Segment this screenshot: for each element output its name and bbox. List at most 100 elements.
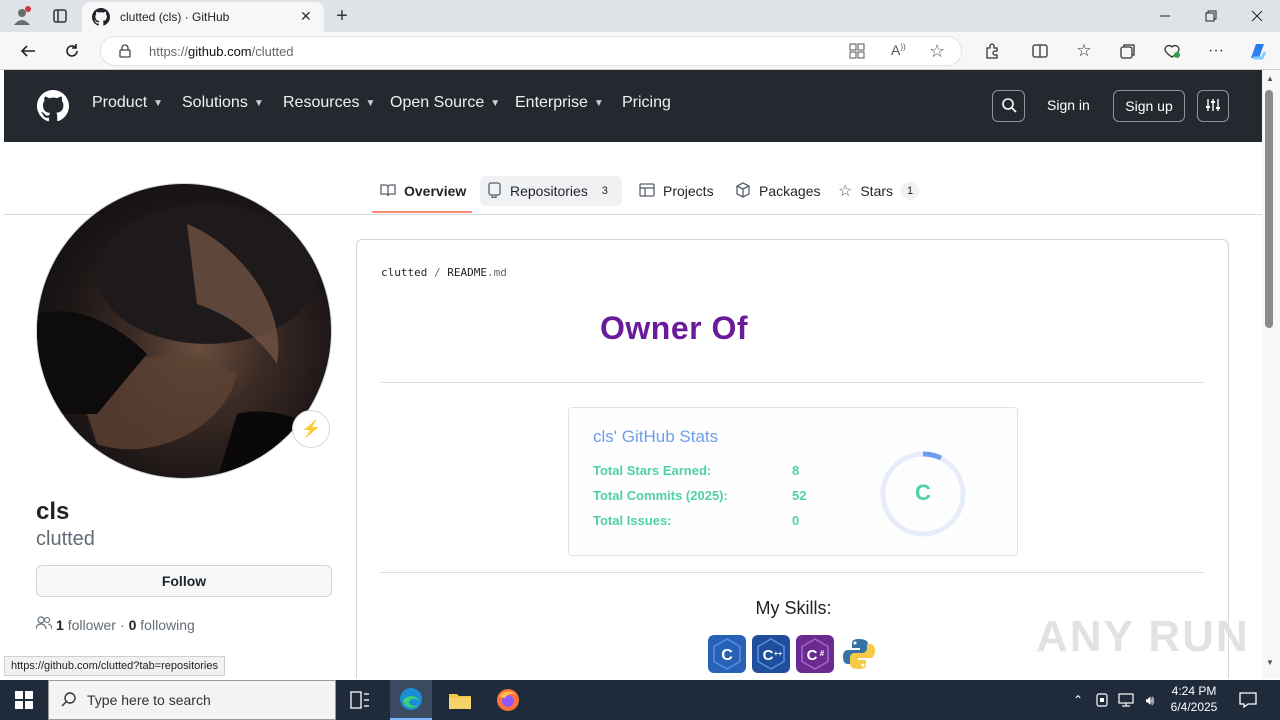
url-path: /clutted [251, 44, 294, 59]
c-language-icon: C [708, 635, 746, 673]
page-viewport: Product ▼ Solutions ▼ Resources ▼ Open Sour… [4, 70, 1262, 678]
separator: · [119, 616, 125, 633]
chevron-down-icon: ▼ [593, 97, 604, 109]
readme-divider [381, 572, 1204, 573]
window-close-icon[interactable] [1248, 4, 1266, 28]
github-favicon-icon [92, 8, 110, 31]
following-count: 0 [128, 616, 137, 633]
taskbar-search-box[interactable]: Type here to search [48, 680, 336, 720]
tab-repositories[interactable]: Repositories 3 [480, 176, 622, 206]
repo-icon [488, 181, 502, 201]
nav-open-source[interactable]: Open Source ▼ [390, 94, 500, 112]
nav-label: Pricing [622, 94, 671, 111]
copilot-icon[interactable] [1246, 39, 1270, 63]
nav-solutions[interactable]: Solutions ▼ [182, 94, 264, 112]
sign-in-link[interactable]: Sign in [1047, 97, 1090, 113]
url-protocol: https:// [149, 44, 189, 59]
status-badge[interactable]: ⚡ [292, 410, 330, 448]
url-host: github.com [188, 44, 252, 59]
tab-overview[interactable]: Overview [372, 176, 474, 206]
profile-icon[interactable] [10, 4, 34, 28]
chevron-down-icon: ▼ [153, 97, 164, 109]
tab-label: Stars [860, 183, 894, 199]
network-icon[interactable] [1116, 680, 1136, 720]
read-aloud-icon[interactable]: A)) [891, 42, 906, 58]
svg-text:C: C [763, 647, 774, 664]
firefox-icon[interactable] [488, 680, 528, 720]
settings-menu-button[interactable] [1197, 90, 1229, 122]
taskbar-clock[interactable]: 4:24 PM 6/4/2025 [1160, 683, 1228, 715]
favorite-star-icon[interactable]: ☆ [929, 41, 945, 62]
tab-label: Overview [404, 183, 467, 199]
svg-text:#: # [820, 649, 825, 658]
scrollbar-thumb[interactable] [1265, 90, 1273, 328]
sign-up-button[interactable]: Sign up [1113, 90, 1185, 122]
readme-divider [381, 382, 1204, 383]
package-icon [735, 181, 751, 201]
following-label: following [140, 616, 195, 633]
watermark-logo: ANY RUN [1036, 612, 1250, 661]
scroll-down-icon[interactable]: ▼ [1266, 658, 1274, 667]
github-logo-icon[interactable] [37, 90, 69, 127]
repo-count: 3 [595, 182, 614, 200]
windows-start-icon[interactable] [0, 680, 48, 720]
nav-pricing[interactable]: Pricing [622, 94, 671, 112]
stat-value: 0 [792, 513, 800, 528]
collections-icon[interactable] [1118, 40, 1138, 62]
security-tray-icon[interactable] [1092, 680, 1112, 720]
tab-close-icon[interactable]: ✕ [300, 8, 312, 25]
browser-essentials-icon[interactable] [1162, 40, 1182, 62]
avatar[interactable] [36, 183, 332, 479]
search-icon [1001, 97, 1017, 116]
following-link[interactable]: 0 following [129, 617, 195, 633]
split-screen-icon[interactable] [1030, 40, 1050, 62]
extensions-icon[interactable] [982, 40, 1002, 62]
tab-label: Projects [663, 183, 714, 199]
edge-taskbar-icon[interactable] [390, 680, 432, 720]
task-view-icon[interactable] [340, 680, 380, 720]
readme-path-user[interactable]: clutted [381, 266, 427, 279]
minimize-icon[interactable] [1156, 4, 1174, 28]
search-button[interactable] [992, 90, 1025, 122]
file-explorer-icon[interactable] [440, 680, 480, 720]
followers-label: follower [67, 616, 116, 633]
chevron-down-icon: ▼ [253, 97, 264, 109]
more-options-icon[interactable]: ··· [1206, 40, 1226, 62]
nav-resources[interactable]: Resources ▼ [283, 94, 375, 112]
stat-label: Total Commits (2025): [593, 488, 728, 503]
app-available-icon[interactable] [849, 43, 865, 64]
nav-product[interactable]: Product ▼ [92, 94, 163, 112]
chevron-up-icon[interactable]: ⌃ [1068, 680, 1088, 720]
browser-tab[interactable]: clutted (cls) · GitHub ✕ [82, 2, 324, 32]
tab-stars[interactable]: ☆ Stars 1 [830, 176, 927, 206]
readme-path-file[interactable]: README [447, 266, 487, 279]
sliders-icon [1205, 97, 1221, 116]
tab-projects[interactable]: Projects [631, 176, 722, 206]
notifications-icon[interactable] [1234, 680, 1262, 720]
restore-icon[interactable] [1202, 4, 1220, 28]
csharp-language-icon: C # [796, 635, 834, 673]
book-icon [380, 182, 396, 201]
cplusplus-language-icon: C ++ [752, 635, 790, 673]
scroll-up-icon[interactable]: ▲ [1266, 74, 1274, 83]
search-placeholder: Type here to search [87, 692, 211, 708]
stat-value: 8 [792, 463, 800, 478]
stat-label: Total Stars Earned: [593, 463, 712, 478]
nav-label: Product [92, 94, 148, 111]
refresh-icon[interactable] [60, 40, 84, 62]
stat-label: Total Issues: [593, 513, 672, 528]
favorites-icon[interactable]: ☆ [1074, 40, 1094, 62]
tab-actions-icon[interactable] [48, 4, 72, 28]
tab-label: Repositories [510, 183, 588, 199]
nav-enterprise[interactable]: Enterprise ▼ [515, 94, 604, 112]
follow-button[interactable]: Follow [36, 565, 332, 597]
tab-active-underline [372, 211, 472, 213]
tab-packages[interactable]: Packages [727, 176, 828, 206]
url-bar[interactable]: https://github.com/clutted A)) ☆ [100, 36, 962, 66]
svg-text:++: ++ [774, 651, 782, 658]
new-tab-icon[interactable]: + [330, 4, 354, 28]
back-icon[interactable] [16, 40, 40, 62]
tab-title: clutted (cls) · GitHub [120, 10, 230, 24]
followers-link[interactable]: 1 follower [56, 617, 116, 633]
volume-icon[interactable]: 🔊︎ [1140, 680, 1160, 720]
